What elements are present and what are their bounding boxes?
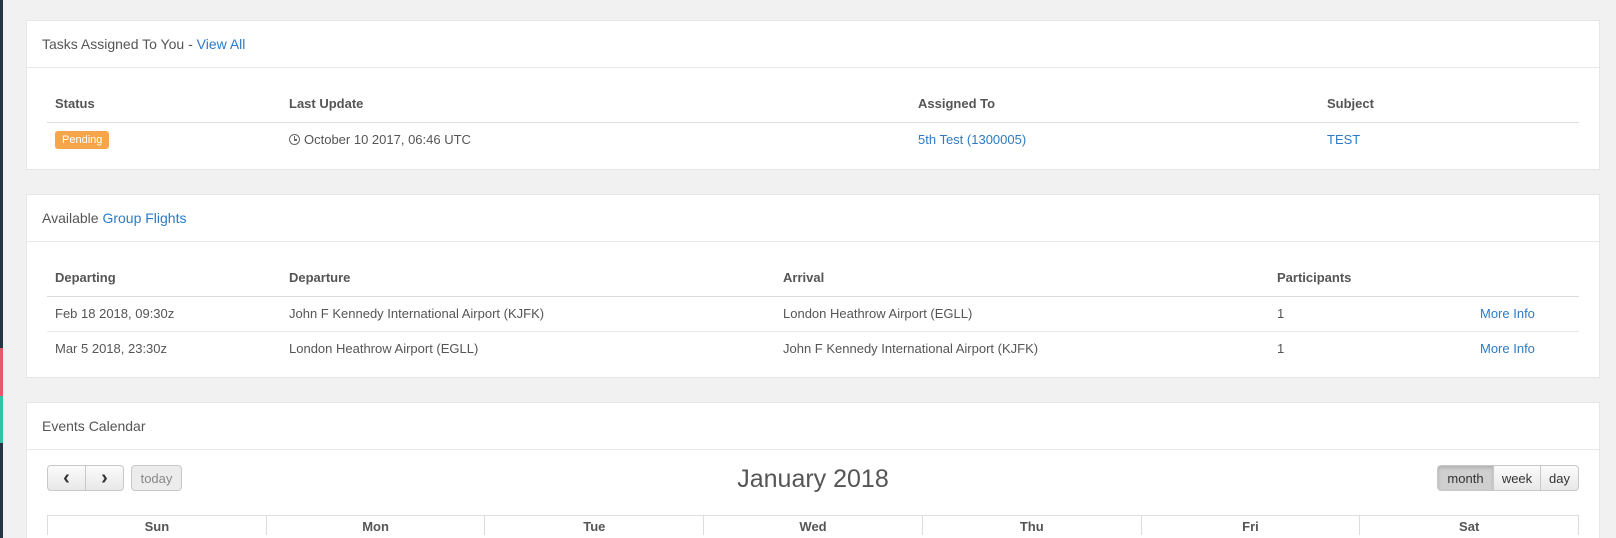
group-flights-link[interactable]: Group Flights [102, 210, 186, 226]
sidebar-accent-teal [0, 396, 3, 443]
calendar-nav-group: ‹ › [47, 465, 124, 491]
day-view-button[interactable]: day [1541, 465, 1579, 491]
arrival-cell: John F Kennedy International Airport (KJ… [775, 330, 1269, 366]
events-calendar-panel: Events Calendar ‹ › today January 2018 m… [26, 402, 1600, 538]
assigned-to-link[interactable]: 5th Test (1300005) [918, 132, 1026, 147]
today-button[interactable]: today [131, 465, 182, 491]
week-view-button[interactable]: week [1494, 465, 1541, 491]
sidebar-accent-red [0, 348, 3, 396]
day-header-wed: Wed [703, 516, 922, 535]
day-header-sun: Sun [144, 519, 170, 534]
calendar-month-label: January 2018 [737, 465, 889, 493]
tasks-panel-header: Tasks Assigned To You - View All [27, 21, 1599, 68]
left-sidebar-strip [0, 0, 3, 538]
tasks-table-header: Status Last Update Assigned To Subject [47, 86, 1579, 123]
events-calendar-title: Events Calendar [42, 418, 146, 434]
day-header-mon: Mon [265, 516, 485, 535]
column-header: Departing [47, 260, 281, 297]
flights-table-header: Departing Departure Arrival Participants [47, 260, 1579, 297]
column-header: Subject [1319, 86, 1579, 123]
tasks-panel: Tasks Assigned To You - View All Status … [26, 20, 1600, 170]
table-row: Mar 5 2018, 23:30z London Heathrow Airpo… [47, 330, 1579, 366]
table-row: Feb 18 2018, 09:30z John F Kennedy Inter… [47, 296, 1579, 331]
last-update-text: October 10 2017, 06:46 UTC [304, 132, 471, 148]
group-flights-title-prefix: Available [42, 210, 103, 226]
calendar-day-header: Sun Mon Tue Wed Thu Fri Sat [47, 515, 1579, 535]
table-row: Pending October 10 2017, 06:46 UTC 5th T… [47, 122, 1579, 157]
tasks-panel-title: Tasks Assigned To You - [42, 36, 197, 52]
calendar-toolbar: ‹ › today January 2018 month week day [47, 463, 1579, 503]
column-header: Departure [281, 260, 775, 297]
more-info-link[interactable]: More Info [1480, 341, 1535, 356]
group-flights-panel-header: Available Group Flights [27, 195, 1599, 242]
month-view-button[interactable]: month [1437, 465, 1494, 491]
departing-cell: Mar 5 2018, 23:30z [47, 330, 281, 366]
column-header [1472, 260, 1579, 297]
participants-cell: 1 [1269, 330, 1472, 366]
departure-cell: London Heathrow Airport (EGLL) [281, 330, 775, 366]
tasks-table: Status Last Update Assigned To Subject P… [47, 86, 1579, 157]
day-header-sat: Sat [1359, 516, 1578, 535]
chevron-right-icon[interactable]: › [86, 465, 124, 491]
day-header-fri: Fri [1140, 516, 1360, 535]
column-header: Last Update [281, 86, 910, 123]
group-flights-panel: Available Group Flights Departing Depart… [26, 194, 1600, 378]
flights-table: Departing Departure Arrival Participants… [47, 260, 1579, 366]
column-header: Status [47, 86, 281, 123]
day-header-thu: Thu [921, 516, 1141, 535]
column-header: Participants [1269, 260, 1472, 297]
day-header-tue: Tue [484, 516, 703, 535]
calendar-view-group: month week day [1437, 465, 1579, 491]
column-header: Arrival [775, 260, 1269, 297]
participants-cell: 1 [1277, 306, 1285, 321]
departure-cell: John F Kennedy International Airport (KJ… [289, 306, 545, 321]
events-calendar-header: Events Calendar [27, 403, 1599, 450]
arrival-cell: London Heathrow Airport (EGLL) [783, 306, 973, 321]
more-info-link[interactable]: More Info [1480, 306, 1535, 321]
column-header: Assigned To [910, 86, 1319, 123]
status-badge: Pending [55, 130, 110, 149]
view-all-link[interactable]: View All [197, 36, 246, 52]
clock-icon [289, 134, 300, 146]
departing-cell: Feb 18 2018, 09:30z [55, 306, 175, 321]
chevron-left-icon[interactable]: ‹ [47, 465, 86, 491]
subject-link[interactable]: TEST [1327, 132, 1360, 147]
